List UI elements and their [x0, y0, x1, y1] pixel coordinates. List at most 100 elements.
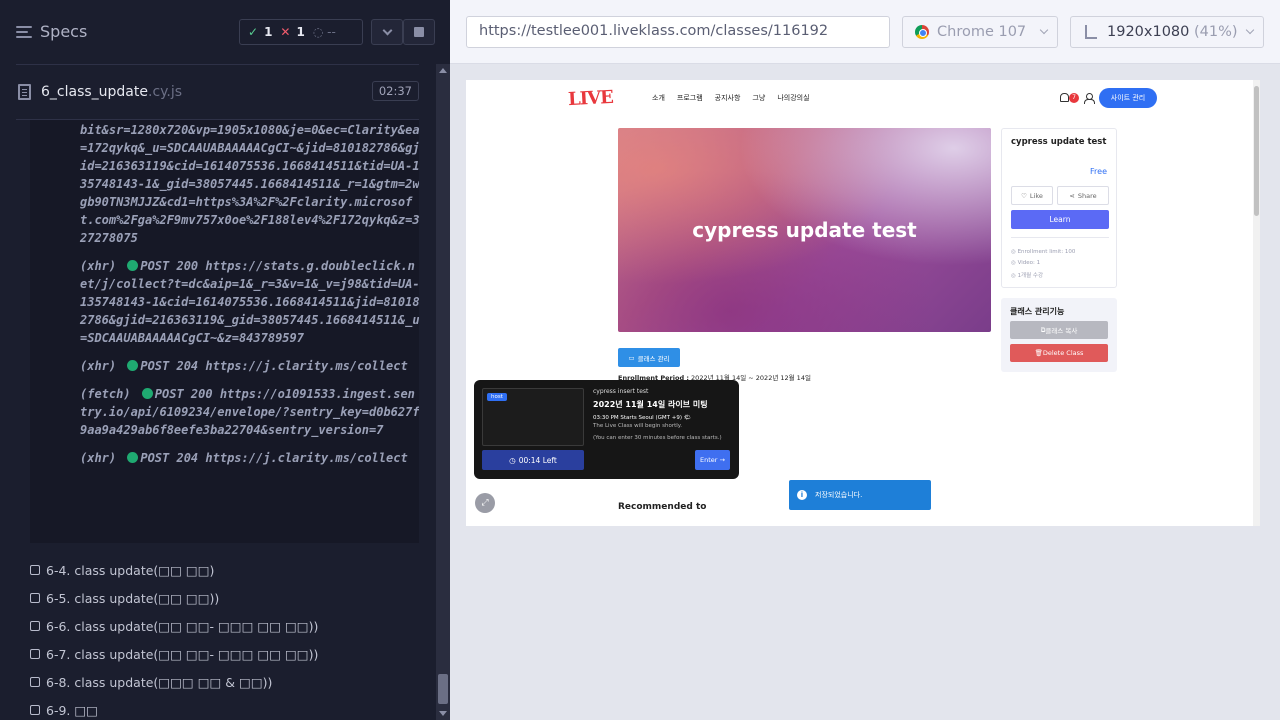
time-left-button[interactable]: ◷ 00:14 Left [482, 450, 584, 470]
viewport-select[interactable]: 1920x1080 (41%) [1070, 16, 1264, 48]
specs-title: Specs [40, 22, 88, 41]
test-list: 6-4. class update(□□ □□) 6-5. class updat… [30, 556, 430, 720]
collapse-button[interactable] [371, 19, 403, 45]
class-title: cypress update test [1011, 137, 1107, 147]
nav-item[interactable]: 소개 [652, 93, 665, 103]
checkbox-icon [30, 705, 40, 715]
scroll-up-icon[interactable] [439, 68, 447, 73]
x-icon: ✕ [280, 25, 291, 39]
specs-toggle[interactable]: Specs [16, 22, 87, 41]
info-icon: i [797, 490, 807, 500]
test-item[interactable]: 6-6. class update(□□ □□- □□□ □□ □□)) [30, 612, 430, 640]
recommended-heading: Recommended to [618, 502, 707, 512]
app-viewport: LIVE 소개 프로그램 공지사항 그냥 나의강의실 7 사이트 관리 cypress … [466, 80, 1260, 526]
toast-message: 저장되었습니다. [815, 491, 863, 499]
clock-icon: ◷ [509, 455, 516, 465]
status-dot-icon [127, 452, 139, 463]
info-duration: ◎ 1개월 수강 [1011, 273, 1044, 279]
bell-icon[interactable] [1060, 93, 1069, 102]
stop-icon [414, 27, 424, 37]
live-class-popup: host cypress insert test 2022년 11월 14일 라… [474, 380, 739, 479]
status-dot-icon [141, 388, 153, 399]
class-management-button[interactable]: ▭ 클래스 관리 [618, 348, 680, 367]
log-entry[interactable]: bit&sr=1280x720&vp=1905x1080&je=0&ec=Cla… [80, 121, 419, 247]
share-button[interactable]: ⋖ Share [1057, 186, 1109, 205]
live-message-note: (You can enter 30 minutes before class s… [593, 435, 722, 441]
app-scrollbar[interactable] [1253, 80, 1260, 526]
browser-select[interactable]: Chrome 107 [902, 16, 1058, 48]
chevron-down-icon [1039, 25, 1049, 35]
learn-button[interactable]: Learn [1011, 210, 1109, 229]
check-icon: ✓ [248, 25, 259, 39]
log-entry[interactable]: (xhr) POST 204 https://j.clarity.ms/coll… [80, 449, 419, 467]
test-item[interactable]: 6-8. class update(□□□ □□ & □□)) [30, 668, 430, 696]
cypress-runner-panel: Specs ✓ 1 ✕ 1 ◌ -- 6_class_update.cy.js 02… [0, 0, 450, 720]
info-video: ◎ Video: 1 [1011, 260, 1041, 266]
runner-scrollbar[interactable] [436, 64, 450, 720]
menu-icon [16, 25, 32, 38]
checkbox-icon [30, 649, 40, 659]
chevron-down-icon [1245, 25, 1255, 35]
spec-file-row[interactable]: 6_class_update.cy.js 02:37 [16, 64, 419, 120]
expand-icon[interactable]: ⤢ [475, 493, 495, 513]
info-enrollment-limit: ◎ Enrollment limit: 100 [1011, 249, 1076, 255]
test-title: 6-7. class update(□□ □□- □□□ □□ □□)) [46, 646, 319, 662]
browser-name: Chrome 107 [937, 24, 1027, 40]
like-button[interactable]: ♡ Like [1011, 186, 1053, 205]
test-item[interactable]: 6-5. class update(□□ □□)) [30, 584, 430, 612]
test-title: 6-9. □□ [46, 702, 98, 718]
delete-class-button[interactable]: 🗑 Delete Class [1010, 344, 1108, 362]
live-thumbnail: host [482, 388, 584, 446]
status-dot-icon [127, 260, 139, 271]
enter-button[interactable]: Enter → [695, 450, 730, 470]
checkbox-icon [30, 677, 40, 687]
app-scroll-thumb[interactable] [1254, 86, 1259, 216]
log-entry[interactable]: (xhr) POST 204 https://j.clarity.ms/coll… [80, 357, 419, 375]
nav-item[interactable]: 그냥 [752, 93, 765, 103]
heart-icon: ♡ [1021, 191, 1027, 200]
class-management-card: 클래스 관리기능 ⧉ 클래스 복사 🗑 Delete Class [1001, 298, 1117, 372]
test-title: 6-6. class update(□□ □□- □□□ □□ □□)) [46, 618, 319, 634]
stop-button[interactable] [403, 19, 435, 45]
site-admin-button[interactable]: 사이트 관리 [1099, 88, 1157, 108]
management-title: 클래스 관리기능 [1010, 307, 1065, 316]
log-entry[interactable]: (xhr) POST 200 https://stats.g.doublecli… [80, 257, 419, 347]
spec-duration: 02:37 [371, 81, 419, 101]
live-message: The Live Class will begin shortly. [593, 423, 683, 429]
test-title: 6-8. class update(□□□ □□ & □□)) [46, 674, 273, 690]
saved-toast: i 저장되었습니다. [789, 480, 931, 510]
checkbox-icon [30, 621, 40, 631]
nav-item[interactable]: 나의강의실 [777, 93, 809, 103]
host-badge: host [487, 393, 507, 401]
ruler-icon [1085, 25, 1097, 39]
scroll-down-icon[interactable] [439, 711, 447, 716]
scroll-thumb[interactable] [438, 674, 448, 704]
user-icon[interactable] [1084, 93, 1095, 104]
failed-count: ✕ 1 [280, 25, 305, 39]
chrome-icon [915, 25, 929, 39]
test-item[interactable]: 6-9. □□ [30, 696, 430, 720]
nav-item[interactable]: 공지사항 [715, 93, 741, 103]
url-bar[interactable]: https://testlee001.liveklass.com/classes… [466, 16, 890, 48]
test-title: 6-4. class update(□□ □□) [46, 562, 215, 578]
monitor-icon: ▭ [628, 353, 635, 362]
class-banner: cypress update test [618, 128, 991, 332]
status-dot-icon [127, 360, 139, 371]
specs-header: Specs ✓ 1 ✕ 1 ◌ -- [0, 0, 450, 64]
passed-count: ✓ 1 [248, 25, 273, 39]
class-info-card: cypress update test Free ♡ Like ⋖ Share Le… [1001, 128, 1117, 288]
log-entry[interactable]: (fetch) POST 200 https://o1091533.ingest… [80, 385, 419, 439]
aut-panel: https://testlee001.liveklass.com/classes… [450, 0, 1280, 720]
nav-item[interactable]: 프로그램 [677, 93, 703, 103]
divider [1011, 237, 1109, 238]
copy-class-button[interactable]: ⧉ 클래스 복사 [1010, 321, 1108, 339]
test-title: 6-5. class update(□□ □□)) [46, 590, 220, 606]
test-item[interactable]: 6-4. class update(□□ □□) [30, 556, 430, 584]
chevron-down-icon [382, 25, 392, 35]
checkbox-icon [30, 565, 40, 575]
test-stats: ✓ 1 ✕ 1 ◌ -- [239, 19, 363, 45]
live-logo[interactable]: LIVE [567, 87, 613, 110]
notification-badge: 7 [1069, 93, 1079, 103]
document-icon [18, 84, 31, 100]
test-item[interactable]: 6-7. class update(□□ □□- □□□ □□ □□)) [30, 640, 430, 668]
